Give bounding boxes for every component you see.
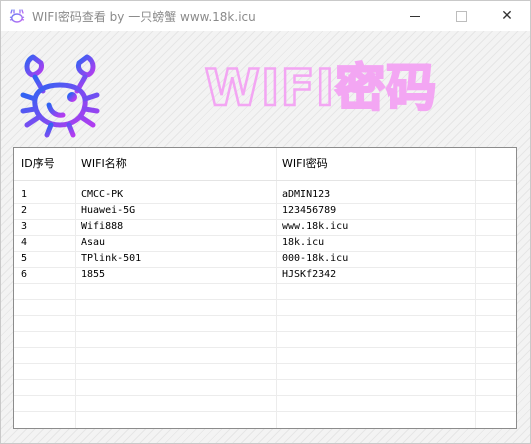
table-row[interactable] [14,331,516,348]
table-header: ID序号 WIFI名称 WIFI密码 [14,148,516,181]
cell-wifi-name: Wifi888 [81,221,124,232]
window-title: WIFI密码查看 by 一只螃蟹 www.18k.icu [32,10,256,24]
close-icon: ✕ [501,8,513,24]
table-row[interactable] [14,347,516,364]
table-row[interactable]: 6 1855 HJSKf2342 [14,267,516,284]
app-window: WIFI密码查看 by 一只螃蟹 www.18k.icu ✕ WIFI密码 ID… [0,0,531,444]
cell-wifi-name: Asau [81,237,106,248]
header-wifi-name[interactable]: WIFI名称 [81,155,127,171]
minimize-icon [410,15,420,17]
cell-wifi-name: CMCC-PK [81,189,124,200]
cell-wifi-name: TPlink-501 [81,253,142,264]
wifi-table[interactable]: ID序号 WIFI名称 WIFI密码 1 CMCC-PK aDMIN123 2 Huaw… [13,147,517,429]
cell-id: 6 [21,269,28,280]
banner-text: WIFI密码 [205,59,438,117]
table-row[interactable]: 5 TPlink-501 000-18k.icu [14,251,516,268]
table-row[interactable] [14,363,516,380]
cell-wifi-name: Huawei-5G [81,205,136,216]
table-row[interactable]: 2 Huawei-5G 123456789 [14,203,516,220]
maximize-icon [455,10,467,22]
cell-wifi-password: 18k.icu [282,237,325,248]
table-row[interactable] [14,283,516,300]
cell-wifi-name: 1855 [81,269,106,280]
title-bar[interactable]: WIFI密码查看 by 一只螃蟹 www.18k.icu ✕ [1,1,530,31]
cell-wifi-password: 000-18k.icu [282,253,349,264]
minimize-button[interactable] [392,1,438,31]
cell-wifi-password: 123456789 [282,205,337,216]
maximize-button[interactable] [438,1,484,31]
cell-id: 2 [21,205,28,216]
cell-id: 1 [21,189,28,200]
table-row[interactable] [14,395,516,412]
cell-wifi-password: HJSKf2342 [282,269,337,280]
table-row[interactable]: 4 Asau 18k.icu [14,235,516,252]
content-area: WIFI密码 ID序号 WIFI名称 WIFI密码 1 CMCC-PK aDMIN1… [1,31,530,443]
crab-logo [20,54,100,138]
cell-id: 3 [21,221,28,232]
banner-logo: WIFI密码 [203,58,438,119]
crab-icon [9,9,25,23]
close-button[interactable]: ✕ [484,1,530,31]
table-row[interactable] [14,299,516,316]
cell-id: 4 [21,237,28,248]
cell-id: 5 [21,253,28,264]
cell-wifi-password: www.18k.icu [282,221,349,232]
header-wifi-password[interactable]: WIFI密码 [282,155,328,171]
cell-wifi-password: aDMIN123 [282,189,331,200]
header-id[interactable]: ID序号 [21,155,55,171]
table-row[interactable] [14,379,516,396]
table-row[interactable] [14,315,516,332]
table-row[interactable]: 3 Wifi888 www.18k.icu [14,219,516,236]
table-row[interactable]: 1 CMCC-PK aDMIN123 [14,187,516,204]
